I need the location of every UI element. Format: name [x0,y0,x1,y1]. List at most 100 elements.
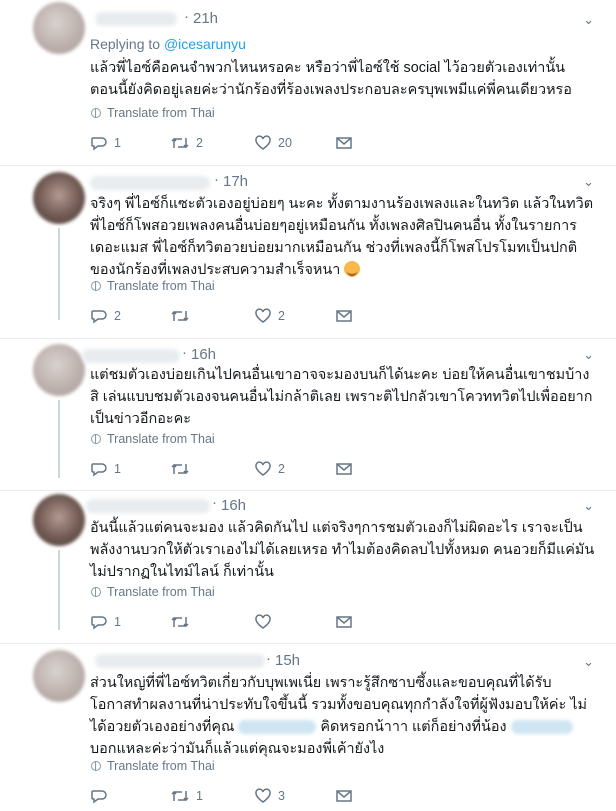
tweet-time[interactable]: 21h [193,10,218,27]
display-name-redacted[interactable] [86,499,210,513]
reply-count: 2 [114,309,121,323]
display-name-redacted[interactable] [95,654,265,668]
reply-icon [91,616,107,630]
reply-button[interactable]: 1 [90,614,121,630]
retweet-count: 2 [196,136,203,150]
retweet-button[interactable] [170,461,196,477]
retweet-button[interactable] [170,614,196,630]
globe-icon [91,434,101,444]
tweet-text-content: จริงๆ พี่ไอซ์ก็แซะตัวเองอยู่บ่อยๆ นะคะ ท… [90,196,594,278]
avatar[interactable] [33,344,85,396]
translate-link[interactable]: Translate from Thai [91,279,215,293]
dm-button[interactable] [335,308,353,324]
retweet-button[interactable]: 1 [170,788,203,804]
heart-icon [255,135,271,150]
envelope-icon [336,463,352,475]
replying-handle-link[interactable]: @icesarunyu [164,36,246,52]
envelope-icon [336,310,352,322]
retweet-count: 1 [196,789,203,803]
translate-link[interactable]: Translate from Thai [91,432,215,446]
translate-label: Translate from Thai [107,106,215,120]
divider [0,338,616,339]
envelope-icon [336,137,352,149]
globe-icon [91,108,101,118]
like-button[interactable]: 2 [254,308,285,324]
globe-icon [91,761,101,771]
separator-dot: · [266,650,271,667]
globe-icon [91,281,101,291]
tweet-actions: 1 2 20 [90,135,390,155]
dm-button[interactable] [335,135,353,151]
tweet-text-mid: คิดหรอกน้าาา แต่ก็อย่างที่น้อง [320,719,507,735]
avatar[interactable] [33,2,85,54]
divider [0,643,616,644]
like-button[interactable]: 20 [254,135,292,151]
like-count: 3 [278,789,285,803]
heart-icon [255,614,271,629]
retweet-icon [171,790,189,802]
reply-icon [91,463,107,477]
translate-link[interactable]: Translate from Thai [91,585,215,599]
translate-link[interactable]: Translate from Thai [91,759,215,773]
chevron-down-icon[interactable]: ⌄ [583,12,594,28]
like-count: 20 [278,136,292,150]
translate-label: Translate from Thai [107,279,215,293]
translate-label: Translate from Thai [107,759,215,773]
tweet-text: แต่ชมตัวเองบ่อยเกินไปคนอื่นเขาอาจจะมองบน… [90,367,593,427]
like-count: 2 [278,462,285,476]
retweet-icon [171,310,189,322]
separator-dot: · [182,344,187,361]
display-name-redacted[interactable] [95,12,177,26]
smiling-emoji-icon [344,261,361,277]
tweet-time[interactable]: 16h [191,346,216,363]
avatar[interactable] [33,172,85,224]
display-name-redacted[interactable] [82,349,180,363]
reply-button[interactable]: 2 [90,308,121,324]
avatar[interactable] [33,494,85,546]
chevron-down-icon[interactable]: ⌄ [583,174,594,190]
like-button[interactable]: 3 [254,788,285,804]
envelope-icon [336,790,352,802]
reply-icon [91,310,107,324]
heart-icon [255,788,271,803]
chevron-down-icon[interactable]: ⌄ [583,347,594,363]
reply-count: 1 [114,462,121,476]
globe-icon [91,587,101,597]
heart-icon [255,308,271,323]
like-button[interactable] [254,614,278,630]
separator-dot: · [212,494,217,511]
tweet-actions: 1 3 [90,788,390,808]
dm-button[interactable] [335,614,353,630]
divider [0,490,616,491]
tweet-time[interactable]: 16h [221,497,246,514]
replying-to: Replying to @icesarunyu [90,36,246,52]
reply-count: 1 [114,615,121,629]
tweet-text: แล้วพี่ไอซ์คือคนจำพวกไหนหรอคะ หรือว่าพี่… [90,60,572,98]
thread-line [58,550,60,630]
retweet-icon [171,616,189,628]
translate-link[interactable]: Translate from Thai [91,106,215,120]
reply-icon [91,790,107,804]
reply-button[interactable]: 1 [90,135,121,151]
tweet-text: จริงๆ พี่ไอซ์ก็แซะตัวเองอยู่บ่อยๆ นะคะ ท… [90,193,595,281]
chevron-down-icon[interactable]: ⌄ [583,654,594,670]
thread-line [58,228,60,320]
envelope-icon [336,616,352,628]
replying-prefix: Replying to [90,36,161,52]
translate-label: Translate from Thai [107,432,215,446]
reply-button[interactable]: 1 [90,461,121,477]
chevron-down-icon[interactable]: ⌄ [583,498,594,514]
dm-button[interactable] [335,461,353,477]
like-button[interactable]: 2 [254,461,285,477]
separator-dot: · [184,8,189,25]
avatar[interactable] [33,650,85,702]
tweet-actions: 2 2 [90,308,390,328]
reply-button[interactable] [90,788,114,804]
retweet-button[interactable]: 2 [170,135,203,151]
tweet-time[interactable]: 17h [223,173,248,190]
retweet-button[interactable] [170,308,196,324]
dm-button[interactable] [335,788,353,804]
display-name-redacted[interactable] [90,176,210,190]
retweet-icon [171,463,189,475]
tweet-time[interactable]: 15h [275,652,300,669]
